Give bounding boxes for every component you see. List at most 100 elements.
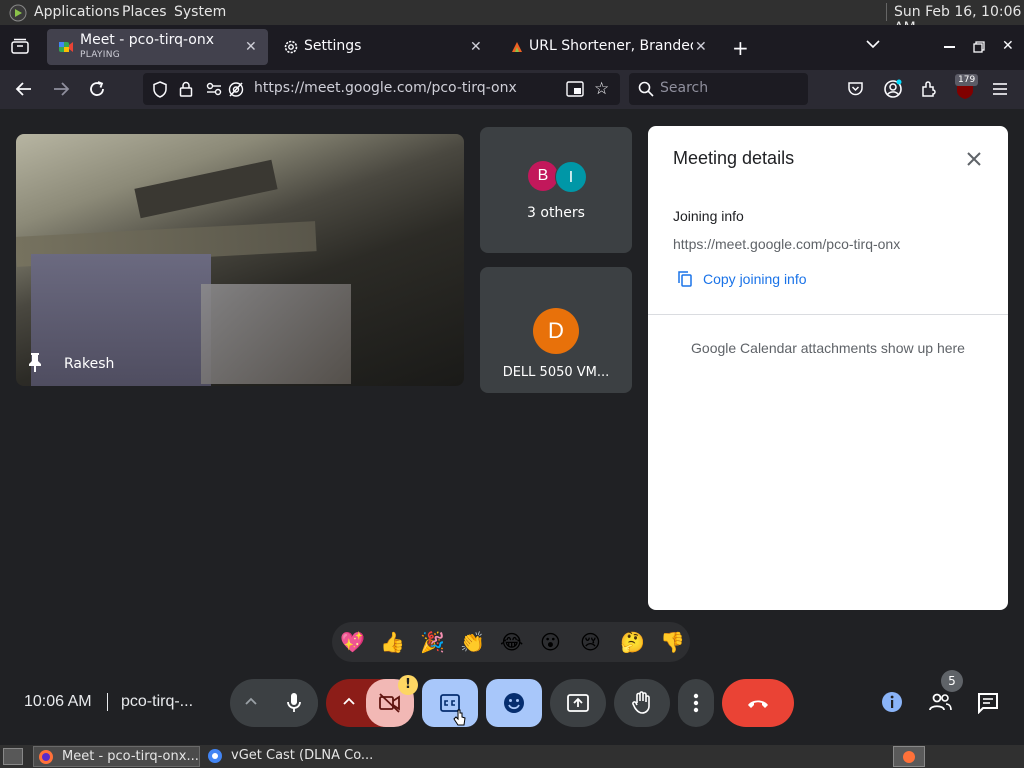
taskbar-item-meet[interactable]: Meet - pco-tirq-onx... bbox=[33, 746, 200, 767]
extensions-icon[interactable] bbox=[920, 80, 938, 98]
avatar: D bbox=[533, 308, 579, 354]
raise-hand-button[interactable] bbox=[614, 679, 670, 727]
bitly-favicon-icon bbox=[510, 40, 524, 54]
participant-name: Rakesh bbox=[64, 356, 115, 372]
hamburger-menu-icon[interactable] bbox=[992, 82, 1008, 96]
more-vert-icon bbox=[693, 693, 699, 713]
meeting-code[interactable]: pco-tirq-... bbox=[121, 693, 193, 711]
avatar: B bbox=[528, 161, 558, 191]
reaction-party-popper[interactable]: 🎉 bbox=[420, 630, 445, 654]
leave-call-button[interactable] bbox=[722, 679, 794, 727]
attachments-text: Google Calendar attachments show up here bbox=[691, 340, 965, 356]
tab-settings[interactable]: Settings ✕ bbox=[273, 29, 494, 65]
extension-badge: 179 bbox=[955, 74, 979, 86]
present-screen-button[interactable] bbox=[550, 679, 606, 727]
picture-in-picture-icon[interactable] bbox=[566, 81, 584, 97]
tab-meet[interactable]: Meet - pco-tirq-onx PLAYING ✕ bbox=[47, 29, 268, 65]
people-count-badge: 5 bbox=[941, 670, 963, 692]
video-scene-cloth bbox=[201, 284, 351, 384]
camera-options-chevron-icon[interactable] bbox=[343, 696, 355, 706]
menu-places[interactable]: Places bbox=[122, 4, 167, 20]
others-label: 3 others bbox=[527, 205, 585, 221]
tab-overview-icon[interactable] bbox=[11, 38, 29, 54]
more-options-button[interactable] bbox=[678, 679, 714, 727]
avatar: I bbox=[555, 161, 587, 193]
reaction-clapping[interactable]: 👏 bbox=[460, 630, 485, 654]
joining-url: https://meet.google.com/pco-tirq-onx bbox=[673, 236, 901, 252]
chevron-down-icon[interactable] bbox=[866, 39, 880, 49]
meet-favicon-icon bbox=[59, 40, 73, 54]
show-desktop-icon[interactable] bbox=[3, 748, 23, 765]
joining-info-heading: Joining info bbox=[673, 208, 744, 224]
copy-joining-info-label: Copy joining info bbox=[703, 271, 807, 287]
reaction-thumbs-up[interactable]: 👍 bbox=[380, 630, 405, 654]
window-close-icon[interactable]: ✕ bbox=[1002, 38, 1014, 54]
reload-icon[interactable] bbox=[88, 80, 106, 98]
hand-icon bbox=[632, 691, 652, 715]
chrome-icon bbox=[207, 748, 223, 764]
captions-button[interactable] bbox=[422, 679, 478, 727]
reaction-laughing[interactable]: 😂 bbox=[500, 630, 523, 654]
search-icon bbox=[638, 81, 654, 97]
mic-control-group bbox=[230, 679, 318, 727]
others-tile[interactable]: B I 3 others bbox=[480, 127, 632, 253]
permissions-icon[interactable] bbox=[206, 82, 222, 96]
reactions-bar: 💖 👍 🎉 👏 😂 😮 😢 🤔 👎 bbox=[332, 622, 690, 662]
os-top-panel: Applications Places System Sun Feb 16, 1… bbox=[0, 0, 1024, 36]
menu-system[interactable]: System bbox=[174, 4, 226, 20]
copy-icon bbox=[678, 271, 692, 287]
camera-off-icon bbox=[378, 693, 402, 713]
tab-close-icon[interactable]: ✕ bbox=[245, 39, 257, 55]
url-text[interactable]: https://meet.google.com/pco-tirq-onx bbox=[254, 80, 517, 96]
panel-divider bbox=[648, 314, 1008, 315]
pin-icon[interactable] bbox=[28, 352, 42, 372]
smile-icon bbox=[503, 692, 525, 714]
meeting-info-icon[interactable] bbox=[881, 691, 903, 713]
tab-close-icon[interactable]: ✕ bbox=[695, 39, 707, 55]
os-logo-icon[interactable] bbox=[9, 4, 27, 22]
close-icon[interactable] bbox=[966, 151, 982, 167]
reaction-thumbs-down[interactable]: 👎 bbox=[660, 630, 685, 654]
restore-icon[interactable] bbox=[973, 41, 985, 53]
meeting-details-panel: Meeting details Joining info https://mee… bbox=[648, 126, 1008, 610]
search-box[interactable]: Search bbox=[629, 73, 808, 105]
os-taskbar: Meet - pco-tirq-onx... vGet Cast (DLNA C… bbox=[0, 745, 1024, 768]
back-icon[interactable] bbox=[15, 81, 33, 97]
reaction-thinking[interactable]: 🤔 bbox=[620, 630, 645, 654]
new-tab-icon[interactable]: + bbox=[732, 36, 749, 60]
address-bar[interactable]: https://meet.google.com/pco-tirq-onx ☆ bbox=[143, 73, 620, 105]
pocket-icon[interactable] bbox=[847, 81, 864, 97]
panel-title: Meeting details bbox=[673, 148, 795, 168]
copy-joining-info-button[interactable]: Copy joining info bbox=[673, 264, 823, 294]
tab-url-shortener[interactable]: URL Shortener, Branded Sh ✕ bbox=[499, 29, 720, 65]
tab-title: Meet - pco-tirq-onx bbox=[80, 32, 215, 48]
minimize-icon[interactable] bbox=[944, 46, 955, 48]
camera-blocked-icon[interactable] bbox=[227, 81, 245, 98]
participant-video-tile[interactable]: Rakesh bbox=[16, 134, 464, 386]
dell-participant-tile[interactable]: D DELL 5050 VM... bbox=[480, 267, 632, 393]
video-scene-clothes bbox=[31, 254, 211, 386]
chat-icon[interactable] bbox=[977, 692, 999, 714]
reaction-crying[interactable]: 😢 bbox=[580, 630, 601, 654]
account-icon[interactable] bbox=[883, 79, 903, 99]
taskbar-item-vget-cast[interactable]: vGet Cast (DLNA Co... bbox=[203, 746, 373, 767]
workspace-switcher[interactable] bbox=[893, 746, 925, 767]
lock-icon[interactable] bbox=[179, 81, 193, 97]
forward-icon[interactable] bbox=[52, 81, 70, 97]
reaction-surprised[interactable]: 😮 bbox=[540, 630, 561, 654]
menu-applications[interactable]: Applications bbox=[34, 4, 120, 20]
clock-divider bbox=[886, 3, 887, 21]
meet-page: Rakesh B I 3 others D DELL 5050 VM... Me… bbox=[0, 109, 1024, 745]
time-divider bbox=[107, 693, 108, 711]
mouse-cursor-icon bbox=[453, 709, 467, 727]
mic-button[interactable] bbox=[270, 679, 318, 727]
shield-icon[interactable] bbox=[152, 81, 168, 98]
reactions-button[interactable] bbox=[486, 679, 542, 727]
mic-options-chevron-icon[interactable] bbox=[245, 696, 257, 706]
mic-icon bbox=[286, 692, 302, 714]
bookmark-star-icon[interactable]: ☆ bbox=[594, 79, 609, 99]
tab-close-icon[interactable]: ✕ bbox=[470, 39, 482, 55]
hang-up-icon bbox=[746, 697, 770, 709]
reaction-sparkling-heart[interactable]: 💖 bbox=[340, 630, 365, 654]
people-icon[interactable] bbox=[928, 693, 952, 711]
